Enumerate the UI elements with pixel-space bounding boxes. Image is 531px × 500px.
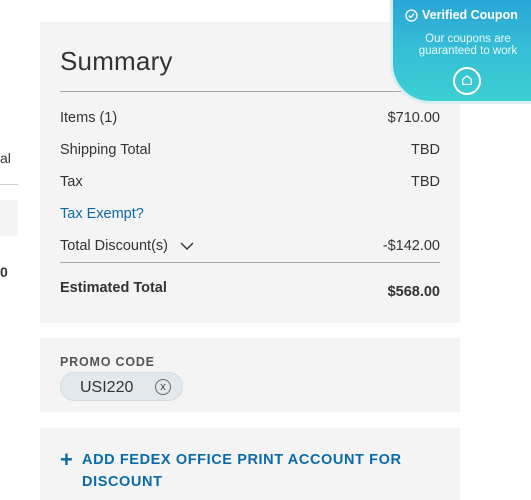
discount-label: Total Discount(s) [60,238,168,254]
summary-row-items: Items (1) $710.00 [60,110,440,132]
discount-value: -$142.00 [382,238,440,254]
total-divider [60,262,440,263]
promo-code-chip: USI220 x [60,372,183,401]
summary-row-shipping: Shipping Total TBD [60,142,440,164]
left-fragment-number: 0 [0,264,8,280]
chevron-down-icon[interactable] [180,242,194,251]
summary-row-total: Estimated Total $568.00 [60,280,440,304]
promo-code-label: PROMO CODE [60,355,155,369]
items-value: $710.00 [387,110,440,126]
summary-row-tax-exempt: Tax Exempt? [60,206,440,228]
verified-coupon-badge[interactable]: Verified Coupon Our coupons are guarante… [390,0,531,104]
tax-label: Tax [60,174,83,190]
discount-toggle[interactable]: Total Discount(s) [60,238,194,254]
estimated-total-value: $568.00 [387,284,440,300]
promo-code-value: USI220 [80,379,134,396]
items-label: Items (1) [60,110,118,126]
shipping-label: Shipping Total [60,142,151,158]
close-icon[interactable]: x [155,379,171,395]
shipping-value: TBD [411,142,440,158]
verified-coupon-title: Verified Coupon [422,8,518,22]
left-divider [0,184,18,185]
plus-icon: + [60,447,73,472]
left-fragment-box [0,200,18,236]
coupon-badge-icon [453,67,481,95]
tax-exempt-link[interactable]: Tax Exempt? [60,206,144,222]
summary-row-tax: Tax TBD [60,174,440,196]
summary-title-divider [60,91,440,92]
estimated-total-label: Estimated Total [60,280,167,296]
verified-coupon-subtitle: Our coupons are guaranteed to work [418,33,518,57]
tax-value: TBD [411,174,440,190]
add-fedex-account-label: ADD FEDEX OFFICE PRINT ACCOUNT FOR DISCO… [82,452,402,490]
summary-row-discount: Total Discount(s) -$142.00 [60,238,440,260]
summary-title: Summary [60,46,173,76]
verified-coupon-heading: Verified Coupon [405,8,531,22]
left-column-fragment: al 0 [0,0,20,500]
left-fragment-text: al [0,150,11,166]
fedex-account-card: + ADD FEDEX OFFICE PRINT ACCOUNT FOR DIS… [40,428,460,500]
promo-code-card: PROMO CODE USI220 x [40,338,460,412]
check-circle-icon [405,9,418,22]
